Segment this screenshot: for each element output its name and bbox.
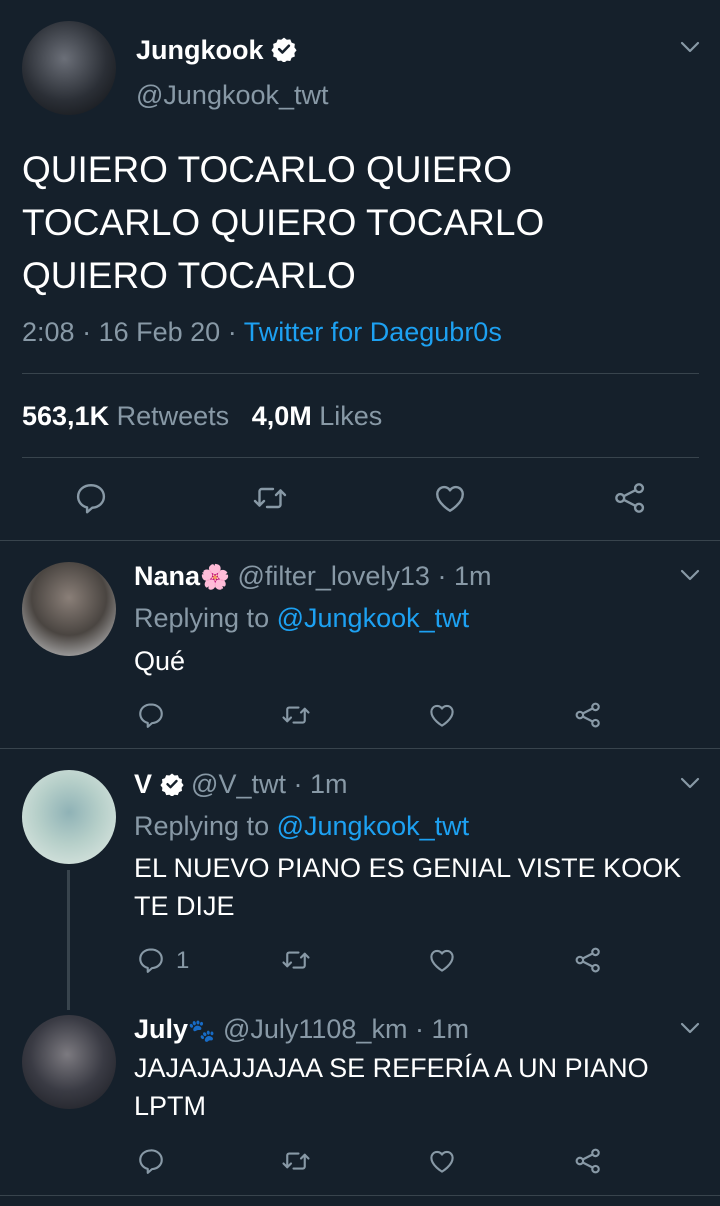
timestamp: 1m [453, 561, 492, 591]
tweet-text-line: EL NUEVO PIANO ES GENIAL VISTE KOOK [134, 853, 682, 883]
avatar[interactable] [22, 1015, 116, 1109]
share-icon[interactable] [573, 1146, 603, 1176]
handle[interactable]: @Jungkook_twt [136, 78, 329, 112]
like-icon[interactable] [427, 700, 457, 730]
like-icon[interactable] [427, 1146, 457, 1176]
share-icon[interactable] [612, 480, 648, 516]
retweets-stat[interactable]: 563,1K Retweets [22, 401, 237, 431]
share-icon[interactable] [573, 700, 603, 730]
separator: · [227, 317, 237, 347]
flower-emoji: 🌸 [200, 564, 230, 591]
tweet-text-line: QUIERO TOCARLO [22, 255, 356, 296]
retweet-icon[interactable] [280, 700, 312, 730]
display-name[interactable]: July [134, 1014, 188, 1044]
divider [22, 373, 699, 374]
tweet-text-line: Qué [134, 646, 186, 676]
separator: · [414, 1014, 424, 1044]
chevron-down-icon[interactable] [679, 568, 701, 582]
likes-label: Likes [319, 401, 383, 431]
tweet-text: Qué [134, 642, 185, 680]
thread-line [67, 870, 70, 1010]
tweet-text: QUIERO TOCARLO QUIERO TOCARLO QUIERO TOC… [22, 143, 544, 302]
display-name[interactable]: Nana [134, 561, 200, 591]
reply-icon[interactable] [73, 480, 109, 516]
like-icon[interactable] [432, 480, 468, 516]
share-icon[interactable] [573, 945, 603, 975]
divider [0, 1195, 720, 1196]
tweet-source-link[interactable]: Twitter for Daegubr0s [244, 317, 502, 347]
verified-icon [159, 770, 184, 804]
like-icon[interactable] [427, 945, 457, 975]
tweet-date: 16 Feb 20 [98, 317, 221, 347]
retweets-label: Retweets [116, 401, 230, 431]
tweet-text: EL NUEVO PIANO ES GENIAL VISTE KOOK TE D… [134, 849, 681, 925]
reply-icon[interactable] [136, 945, 166, 975]
replying-to-label: Replying to [134, 811, 270, 841]
verified-icon [271, 36, 297, 70]
separator: · [293, 769, 303, 799]
chevron-down-icon[interactable] [679, 776, 701, 790]
chevron-down-icon[interactable] [679, 1021, 701, 1035]
tweet-time: 2:08 [22, 317, 75, 347]
chevron-down-icon[interactable] [679, 40, 701, 54]
retweet-icon[interactable] [251, 480, 289, 516]
retweet-icon[interactable] [280, 945, 312, 975]
replying-to-label: Replying to [134, 603, 270, 633]
separator: · [82, 317, 92, 347]
timestamp: 1m [431, 1014, 469, 1044]
handle[interactable]: @July1108_km [223, 1014, 408, 1044]
tweet-text-line: TOCARLO QUIERO TOCARLO [22, 202, 545, 243]
tweet-text: JAJAJAJJAJAA SE REFERÍA A UN PIANO LPTM [134, 1049, 649, 1125]
retweet-icon[interactable] [280, 1146, 312, 1176]
tweet-text-line: LPTM [134, 1091, 207, 1121]
avatar[interactable] [22, 21, 116, 115]
handle[interactable]: @V_twt [191, 769, 286, 799]
divider [22, 457, 699, 458]
paw-emoji: 🐾 [188, 1018, 216, 1043]
likes-stat[interactable]: 4,0M Likes [252, 401, 383, 431]
tweet-text-line: QUIERO TOCARLO QUIERO [22, 149, 512, 190]
avatar[interactable] [22, 770, 116, 864]
handle[interactable]: @filter_lovely13 [237, 561, 430, 591]
separator: · [437, 561, 447, 591]
divider [0, 748, 720, 749]
tweet-stats: 563,1K Retweets 4,0M Likes [22, 398, 382, 434]
replying-to-handle[interactable]: @Jungkook_twt [277, 811, 470, 841]
reply-count: 1 [176, 947, 190, 974]
tweet-text-line: TE DIJE [134, 891, 235, 921]
display-name[interactable]: V [134, 769, 152, 799]
reply-icon[interactable] [136, 700, 166, 730]
tweet-meta: 2:08 · 16 Feb 20 · Twitter for Daegubr0s [22, 314, 502, 350]
tweet-text-line: JAJAJAJJAJAA SE REFERÍA A UN PIANO [134, 1053, 649, 1083]
display-name[interactable]: Jungkook [136, 35, 264, 65]
divider [0, 540, 720, 541]
timestamp: 1m [310, 769, 348, 799]
replying-to-handle[interactable]: @Jungkook_twt [277, 603, 470, 633]
reply-icon[interactable] [136, 1146, 166, 1176]
likes-count: 4,0M [251, 401, 312, 431]
retweets-count: 563,1K [22, 401, 110, 431]
avatar[interactable] [22, 562, 116, 656]
